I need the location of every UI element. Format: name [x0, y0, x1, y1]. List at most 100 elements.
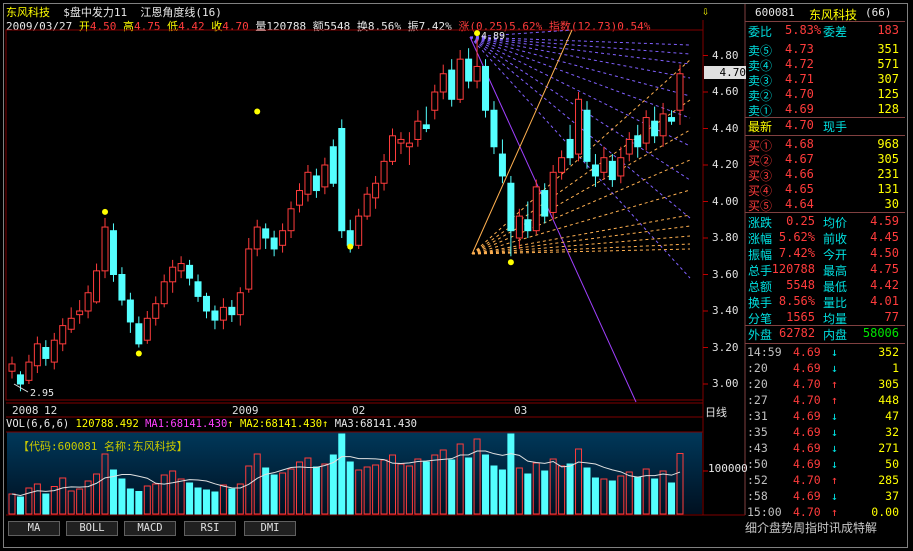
- volume-ma3: MA3:68141.430: [334, 418, 417, 430]
- tab-ma[interactable]: MA: [8, 521, 60, 536]
- tab-dmi[interactable]: DMI: [244, 521, 296, 536]
- stock-code: 600081: [755, 6, 795, 19]
- stat-label: 涨跌: [748, 216, 773, 230]
- candle-body: [135, 323, 143, 345]
- ask-price: 4.69: [785, 102, 814, 116]
- candle-body: [659, 113, 667, 137]
- stat-value: 1565: [786, 310, 815, 324]
- candle-body: [202, 295, 210, 312]
- ask-price: 4.72: [785, 57, 814, 71]
- tick-time: :50: [747, 457, 768, 471]
- tick-volume: 305: [878, 377, 899, 391]
- price-tick-label: 3.00: [712, 377, 739, 390]
- volume-bar: [507, 433, 515, 515]
- tick-time: :43: [747, 441, 768, 455]
- tick-row: :50 4.69 ↓ 50: [745, 457, 905, 473]
- volume-bar: [608, 480, 616, 515]
- volume-bar: [591, 477, 599, 515]
- time-label-03: 03: [514, 404, 528, 417]
- candle-body: [456, 58, 464, 100]
- tick-time: :58: [747, 489, 768, 503]
- candle-body: [591, 164, 599, 177]
- candle-body: [389, 135, 397, 162]
- gann-line-up: [471, 189, 691, 255]
- volume-bar: [490, 465, 498, 515]
- tab-boll[interactable]: BOLL: [66, 521, 118, 536]
- volume-bar: [448, 459, 456, 515]
- stat-label: 涨幅: [748, 232, 773, 246]
- tab-macd[interactable]: MACD: [124, 521, 176, 536]
- candle-body: [59, 325, 67, 345]
- volume-axis-label: 100000: [708, 462, 748, 475]
- tick-volume: 47: [885, 409, 899, 423]
- stat-label: 总手: [748, 264, 773, 278]
- period-label[interactable]: 日线: [705, 404, 727, 420]
- tick-time: 14:59: [747, 345, 782, 359]
- tick-price: 4.70: [793, 473, 821, 487]
- candle-body: [295, 190, 303, 206]
- volume-indicator-name[interactable]: VOL(6,6,6): [6, 418, 69, 430]
- pivot-dot: [135, 350, 142, 357]
- volume-bar: [346, 461, 354, 515]
- tick-time: :27: [747, 393, 768, 407]
- tick-price: 4.70: [793, 377, 821, 391]
- volume-bar: [541, 470, 549, 515]
- tick-volume: 271: [878, 441, 899, 455]
- ask-volume: 128: [877, 102, 899, 116]
- candle-body: [482, 65, 490, 111]
- tick-price: 4.69: [793, 361, 821, 375]
- quote-stock-name: 东风科技: [809, 8, 858, 22]
- candle-body: [397, 138, 405, 144]
- candle-body: [25, 361, 33, 381]
- candle-body: [169, 266, 177, 283]
- price-tick-label: 4.60: [712, 85, 739, 98]
- candle-body: [101, 226, 109, 272]
- stat-value: 4.45: [870, 230, 899, 244]
- tick-price: 4.70: [793, 393, 821, 407]
- tick-direction: ↑: [831, 505, 838, 519]
- candle-body: [541, 190, 549, 217]
- volume-bar: [668, 482, 676, 515]
- candle-body: [143, 317, 151, 341]
- candle-body: [186, 264, 194, 279]
- last-value: 4.70: [785, 118, 814, 132]
- tick-time: 15:00: [747, 505, 782, 519]
- volume-bar: [634, 476, 642, 515]
- bottom-link-text[interactable]: 细介盘势周指时讯成特解: [745, 519, 877, 536]
- candle-body: [219, 306, 227, 321]
- volume-bar: [465, 457, 473, 515]
- candle-body: [583, 109, 591, 162]
- volume-bar: [202, 489, 210, 515]
- tick-price: 4.69: [793, 441, 821, 455]
- candle-body: [177, 263, 185, 272]
- tick-volume: 0.00: [871, 505, 899, 519]
- tick-row: :27 4.70 ↑ 448: [745, 393, 905, 409]
- pivot-dot: [507, 259, 514, 266]
- divider: [745, 325, 905, 326]
- price-pane-border: [5, 29, 704, 401]
- candle-body: [253, 226, 261, 250]
- tab-rsi[interactable]: RSI: [184, 521, 236, 536]
- tick-row: :43 4.69 ↓ 271: [745, 441, 905, 457]
- volume-bar: [329, 454, 337, 515]
- candle-body: [84, 292, 92, 312]
- stat-value: 8.56%: [778, 294, 815, 308]
- outer-inner-row: 外盘 62782 内盘 58006: [745, 326, 905, 344]
- candle-body: [152, 303, 160, 319]
- volume-bar: [583, 467, 591, 515]
- stat-label: 均价: [823, 216, 848, 230]
- candle-body: [515, 215, 523, 239]
- stat-value: 4.59: [870, 214, 899, 228]
- volume-bar: [482, 454, 490, 515]
- tick-row: :31 4.69 ↓ 47: [745, 409, 905, 425]
- candle-body: [600, 157, 608, 173]
- candle-body: [312, 175, 320, 192]
- stat-label: 振幅: [748, 248, 773, 262]
- current-price-tag: 4.70: [704, 66, 746, 79]
- tick-volume: 50: [885, 457, 899, 471]
- weibi-row: 委比 5.83% 委差 183: [745, 23, 905, 41]
- pivot-dot: [254, 108, 261, 115]
- stat-value: 0.25: [786, 214, 815, 228]
- candle-body: [211, 310, 219, 321]
- bid-volume: 968: [877, 137, 899, 151]
